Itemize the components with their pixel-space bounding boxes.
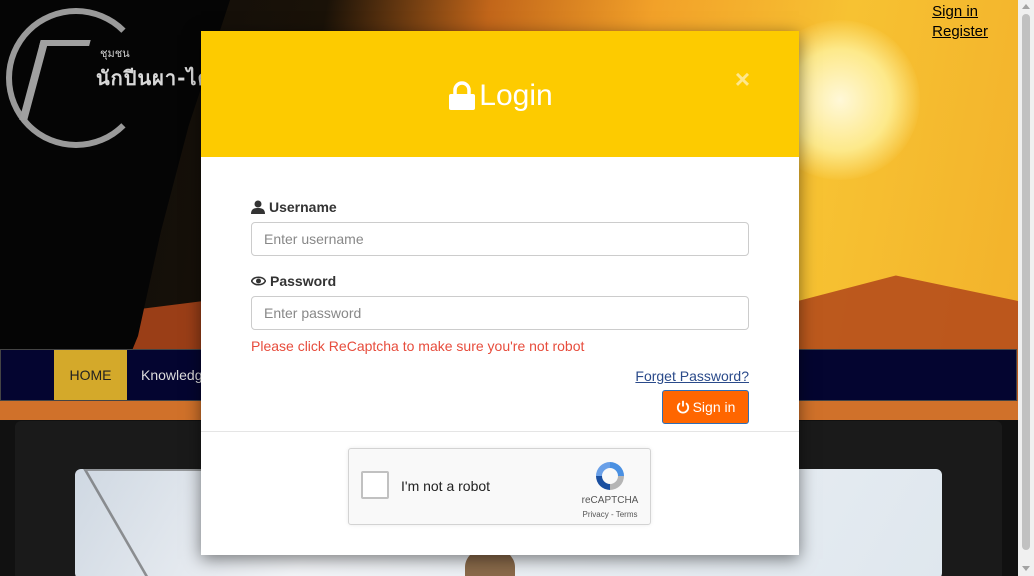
forget-password-link[interactable]: Forget Password?	[251, 368, 749, 384]
logo-subtext: ชุมชน	[100, 47, 130, 60]
user-icon	[251, 200, 265, 214]
modal-footer: I'm not a robot reCAPTCHA Privacy - Term…	[201, 431, 799, 555]
recaptcha-terms-link[interactable]: Privacy - Terms	[575, 510, 645, 519]
lock-icon	[447, 81, 477, 111]
login-modal: Login × Username Password Please click R…	[201, 31, 799, 555]
username-label-text: Username	[269, 199, 337, 215]
register-link[interactable]: Register	[932, 22, 988, 42]
modal-title: Login	[447, 79, 553, 113]
eye-icon	[251, 276, 266, 286]
nav-item-knowledge[interactable]: Knowledg	[141, 350, 203, 400]
account-links: Sign in Register	[932, 2, 988, 42]
password-label-text: Password	[270, 273, 337, 289]
close-icon[interactable]: ×	[735, 66, 750, 92]
recaptcha-brand: reCAPTCHA	[581, 495, 639, 506]
sign-in-button-label: Sign in	[692, 399, 736, 415]
recaptcha-label: I'm not a robot	[401, 478, 491, 494]
modal-title-text: Login	[479, 79, 553, 112]
login-form: Username Password Please click ReCaptcha…	[201, 157, 799, 424]
password-input[interactable]	[251, 296, 749, 330]
recaptcha-logo-icon	[596, 462, 624, 490]
recaptcha-error-message: Please click ReCaptcha to make sure you'…	[251, 338, 585, 354]
page-scrollbar[interactable]	[1018, 0, 1034, 576]
username-label: Username	[251, 199, 749, 215]
recaptcha-checkbox[interactable]	[361, 471, 389, 499]
sign-in-link[interactable]: Sign in	[932, 2, 988, 22]
sign-in-button[interactable]: Sign in	[662, 390, 749, 424]
username-input[interactable]	[251, 222, 749, 256]
nav-item-home[interactable]: HOME	[54, 350, 127, 400]
scroll-up-arrow-icon[interactable]	[1022, 4, 1030, 9]
scroll-thumb[interactable]	[1022, 14, 1030, 550]
recaptcha-widget: I'm not a robot reCAPTCHA Privacy - Term…	[348, 448, 651, 525]
modal-header: Login ×	[201, 31, 799, 157]
password-label: Password	[251, 273, 749, 289]
scroll-down-arrow-icon[interactable]	[1022, 566, 1030, 571]
power-icon	[676, 400, 689, 414]
